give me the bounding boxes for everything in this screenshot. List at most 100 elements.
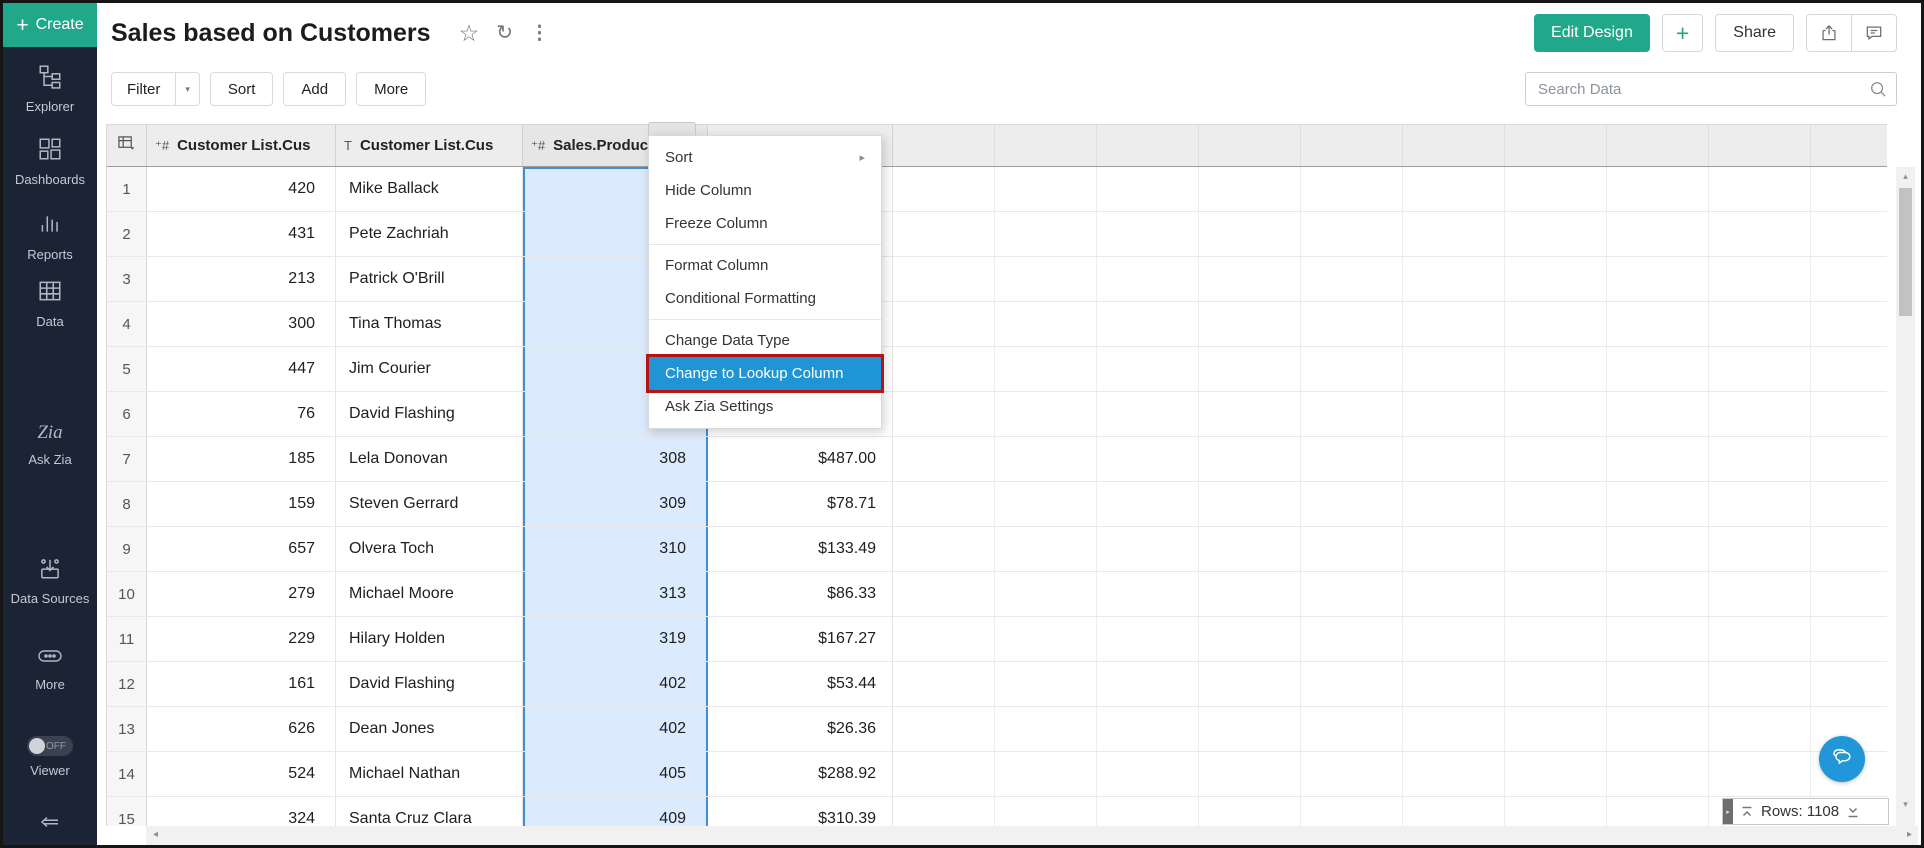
empty-cell[interactable] (1607, 167, 1709, 211)
row-number-cell[interactable]: 5 (107, 347, 147, 391)
empty-cell[interactable] (1403, 437, 1505, 481)
customer-name-cell[interactable]: Patrick O'Brill (336, 257, 523, 301)
empty-cell[interactable] (1301, 167, 1403, 211)
customer-number-cell[interactable]: 447 (147, 347, 336, 391)
sidebar-item-data-sources[interactable]: Data Sources (3, 555, 97, 607)
sales-amount-cell[interactable]: $310.39 (708, 797, 893, 826)
row-number-cell[interactable]: 10 (107, 572, 147, 616)
empty-cell[interactable] (1403, 572, 1505, 616)
row-number-cell[interactable]: 1 (107, 167, 147, 211)
empty-cell[interactable] (1301, 392, 1403, 436)
empty-cell[interactable] (1505, 572, 1607, 616)
empty-cell[interactable] (893, 572, 995, 616)
empty-cell[interactable] (1505, 797, 1607, 826)
empty-cell[interactable] (995, 572, 1097, 616)
add-button[interactable]: Add (283, 72, 346, 106)
row-number-cell[interactable]: 12 (107, 662, 147, 706)
more-button[interactable]: More (356, 72, 426, 106)
scroll-left-arrow-icon[interactable]: ◂ (153, 829, 158, 840)
empty-cell[interactable] (1811, 662, 1887, 706)
scroll-to-top-icon[interactable] (1740, 805, 1754, 819)
empty-cell[interactable] (1505, 707, 1607, 751)
empty-cell[interactable] (1403, 257, 1505, 301)
empty-cell[interactable] (893, 257, 995, 301)
customer-name-cell[interactable]: David Flashing (336, 392, 523, 436)
customer-name-cell[interactable]: Dean Jones (336, 707, 523, 751)
sidebar-item-more[interactable]: More (3, 645, 97, 693)
empty-cell[interactable] (1505, 347, 1607, 391)
empty-cell[interactable] (893, 617, 995, 661)
empty-cell[interactable] (893, 707, 995, 751)
empty-cell[interactable] (1505, 437, 1607, 481)
empty-cell[interactable] (1811, 167, 1887, 211)
empty-cell[interactable] (1607, 707, 1709, 751)
menu-item-sort[interactable]: Sort▸ (649, 141, 881, 174)
empty-cell[interactable] (1709, 392, 1811, 436)
empty-cell[interactable] (893, 752, 995, 796)
customer-number-cell[interactable]: 524 (147, 752, 336, 796)
empty-cell[interactable] (1709, 527, 1811, 571)
empty-cell[interactable] (1199, 167, 1301, 211)
empty-cell[interactable] (1709, 617, 1811, 661)
empty-cell[interactable] (1199, 572, 1301, 616)
sales-amount-cell[interactable]: $78.71 (708, 482, 893, 526)
product-number-cell[interactable]: 402 (523, 707, 708, 751)
customer-name-cell[interactable]: Tina Thomas (336, 302, 523, 346)
product-number-cell[interactable]: 310 (523, 527, 708, 571)
create-button[interactable]: + Create (3, 3, 97, 47)
customer-number-cell[interactable]: 626 (147, 707, 336, 751)
empty-cell[interactable] (1097, 437, 1199, 481)
row-number-cell[interactable]: 3 (107, 257, 147, 301)
sales-amount-cell[interactable]: $487.00 (708, 437, 893, 481)
menu-item-format-column[interactable]: Format Column (649, 249, 881, 282)
empty-cell[interactable] (1097, 662, 1199, 706)
empty-cell[interactable] (1607, 527, 1709, 571)
empty-cell[interactable] (1097, 347, 1199, 391)
empty-cell[interactable] (1301, 257, 1403, 301)
empty-cell[interactable] (1709, 482, 1811, 526)
sidebar-item-viewer[interactable]: OFFViewer (3, 736, 97, 779)
empty-cell[interactable] (1607, 302, 1709, 346)
scroll-right-arrow-icon[interactable]: ▸ (1907, 829, 1912, 840)
customer-name-cell[interactable]: David Flashing (336, 662, 523, 706)
empty-cell[interactable] (1097, 797, 1199, 826)
empty-cell[interactable] (1607, 437, 1709, 481)
sidebar-item-explorer[interactable]: Explorer (3, 63, 97, 115)
empty-cell[interactable] (1097, 482, 1199, 526)
empty-cell[interactable] (1709, 707, 1811, 751)
customer-number-cell[interactable]: 76 (147, 392, 336, 436)
empty-cell[interactable] (1097, 617, 1199, 661)
column-header-2[interactable]: TCustomer List.Cus (336, 125, 523, 166)
row-number-cell[interactable]: 9 (107, 527, 147, 571)
empty-cell[interactable] (995, 257, 1097, 301)
filter-button[interactable]: Filter (112, 73, 175, 105)
customer-number-cell[interactable]: 431 (147, 212, 336, 256)
sales-amount-cell[interactable]: $133.49 (708, 527, 893, 571)
empty-cell[interactable] (1505, 167, 1607, 211)
empty-cell[interactable] (1199, 617, 1301, 661)
empty-cell[interactable] (1811, 572, 1887, 616)
filter-dropdown-arrow[interactable]: ▾ (175, 73, 199, 105)
customer-number-cell[interactable]: 159 (147, 482, 336, 526)
empty-cell[interactable] (893, 302, 995, 346)
empty-cell[interactable] (1199, 392, 1301, 436)
empty-cell[interactable] (1505, 662, 1607, 706)
empty-cell[interactable] (1199, 662, 1301, 706)
sidebar-item-data[interactable]: Data (3, 278, 97, 330)
empty-cell[interactable] (1199, 257, 1301, 301)
collapse-sidebar-button[interactable] (3, 810, 97, 839)
empty-cell[interactable] (1199, 797, 1301, 826)
empty-cell[interactable] (893, 212, 995, 256)
select-all-cell[interactable] (107, 125, 147, 166)
empty-cell[interactable] (1709, 662, 1811, 706)
empty-cell[interactable] (1403, 527, 1505, 571)
empty-cell[interactable] (1607, 392, 1709, 436)
empty-cell[interactable] (1199, 482, 1301, 526)
customer-number-cell[interactable]: 229 (147, 617, 336, 661)
empty-cell[interactable] (1709, 302, 1811, 346)
empty-cell[interactable] (1607, 572, 1709, 616)
empty-cell[interactable] (1607, 662, 1709, 706)
empty-cell[interactable] (1301, 572, 1403, 616)
edit-design-button[interactable]: Edit Design (1534, 14, 1650, 52)
customer-number-cell[interactable]: 161 (147, 662, 336, 706)
